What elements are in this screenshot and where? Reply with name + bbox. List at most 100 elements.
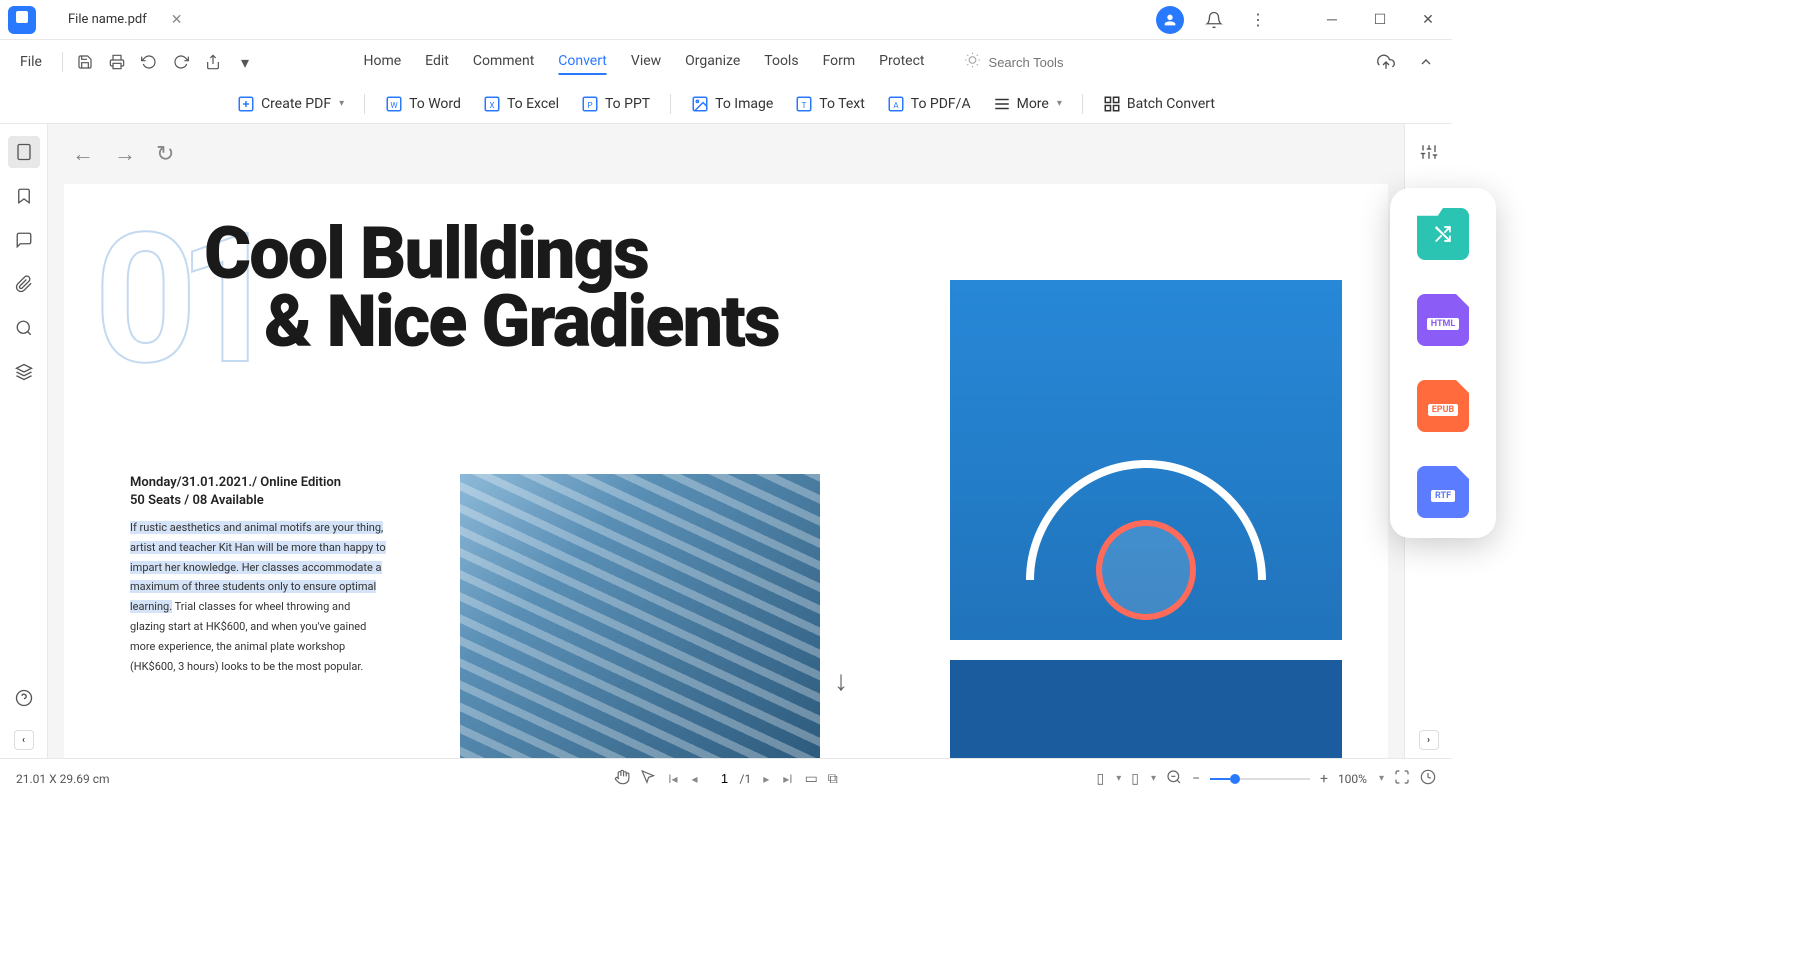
cloud-upload-icon[interactable] xyxy=(1372,48,1400,76)
more-options-icon[interactable]: ⋮ xyxy=(1244,6,1272,34)
save-icon[interactable] xyxy=(71,48,99,76)
subtitle-info: Monday/31.01.2021./ Online Edition 50 Se… xyxy=(130,474,341,510)
batch-convert-button[interactable]: Batch Convert xyxy=(1101,91,1217,117)
undo-icon[interactable] xyxy=(135,48,163,76)
chevron-down-icon[interactable]: ▾ xyxy=(1116,773,1121,784)
menu-form[interactable]: Form xyxy=(823,49,856,75)
scroll-down-icon: ↓ xyxy=(834,664,848,697)
nav-forward-icon[interactable]: → xyxy=(114,141,136,167)
menu-tools[interactable]: Tools xyxy=(764,49,798,75)
rtf-format-button[interactable]: RTF xyxy=(1417,466,1469,518)
menu-view[interactable]: View xyxy=(631,49,661,75)
menu-protect[interactable]: Protect xyxy=(879,49,924,75)
svg-text:P: P xyxy=(587,100,592,110)
to-ppt-button[interactable]: P To PPT xyxy=(579,91,652,117)
two-page-icon[interactable]: ⧉ xyxy=(828,771,838,787)
to-word-label: To Word xyxy=(409,96,461,112)
building-image xyxy=(460,474,820,758)
hand-tool-icon[interactable] xyxy=(614,769,630,789)
bookmarks-icon[interactable] xyxy=(8,180,40,212)
page-total: /1 xyxy=(740,772,752,786)
search-icon[interactable] xyxy=(8,312,40,344)
comments-icon[interactable] xyxy=(8,224,40,256)
redo-icon[interactable] xyxy=(167,48,195,76)
chevron-down-icon: ▾ xyxy=(1057,98,1062,109)
maximize-button[interactable]: ☐ xyxy=(1364,4,1396,36)
menu-organize[interactable]: Organize xyxy=(685,49,740,75)
print-icon[interactable] xyxy=(103,48,131,76)
headline-line1: Cool Bulldings xyxy=(204,220,1104,288)
last-page-icon[interactable]: ▸I xyxy=(781,770,794,788)
to-text-button[interactable]: T To Text xyxy=(793,91,867,117)
fullscreen-icon[interactable] xyxy=(1394,769,1410,789)
more-label: More xyxy=(1017,96,1049,112)
basketball-image xyxy=(950,280,1342,758)
menu-edit[interactable]: Edit xyxy=(425,49,449,75)
format-panel: ⤭ HTML EPUB RTF xyxy=(1390,188,1496,538)
collapse-right-icon[interactable]: › xyxy=(1419,730,1439,750)
close-tab-icon[interactable]: ✕ xyxy=(171,12,183,28)
menu-bar: File ▾ Home Edit Comment Convert View Or… xyxy=(0,40,1452,84)
zoom-out-icon[interactable] xyxy=(1166,769,1182,789)
menu-home[interactable]: Home xyxy=(363,49,401,75)
rtf-label: RTF xyxy=(1431,490,1455,502)
zoom-slider[interactable] xyxy=(1210,778,1310,780)
attachments-icon[interactable] xyxy=(8,268,40,300)
html-label: HTML xyxy=(1427,318,1460,330)
zoom-level: 100% xyxy=(1338,772,1367,786)
nav-back-icon[interactable]: ← xyxy=(72,141,94,167)
fit-page-icon[interactable]: ▯ xyxy=(1131,771,1139,787)
file-menu[interactable]: File xyxy=(12,50,50,74)
zoom-plus-icon[interactable]: + xyxy=(1320,771,1328,787)
convert-toolbar: Create PDF ▾ W To Word X To Excel P To P… xyxy=(0,84,1452,124)
document-page: 01 Cool Bulldings & Nice Gradients Monda… xyxy=(64,184,1388,758)
thumbnails-icon[interactable] xyxy=(8,136,40,168)
minimize-button[interactable]: ─ xyxy=(1316,4,1348,36)
help-icon[interactable] xyxy=(8,682,40,714)
chevron-down-icon[interactable]: ▾ xyxy=(1151,773,1156,784)
zoom-minus-icon[interactable]: − xyxy=(1192,771,1200,787)
page-number-input[interactable] xyxy=(710,771,740,786)
search-tools-input[interactable] xyxy=(989,55,1089,70)
page-dimensions: 21.01 X 29.69 cm xyxy=(16,772,110,786)
collapse-ribbon-icon[interactable] xyxy=(1412,48,1440,76)
to-excel-label: To Excel xyxy=(507,96,559,112)
first-page-icon[interactable]: I◂ xyxy=(666,770,679,788)
user-avatar-icon[interactable] xyxy=(1156,6,1184,34)
html-format-button[interactable]: HTML xyxy=(1417,294,1469,346)
document-tab[interactable]: File name.pdf ✕ xyxy=(52,0,198,39)
next-page-icon[interactable]: ▸ xyxy=(761,770,771,788)
to-excel-button[interactable]: X To Excel xyxy=(481,91,561,117)
to-image-button[interactable]: To Image xyxy=(689,91,775,117)
chevron-down-icon: ▾ xyxy=(339,98,344,109)
select-tool-icon[interactable] xyxy=(640,769,656,789)
epub-format-button[interactable]: EPUB xyxy=(1417,380,1469,432)
single-page-icon[interactable]: ▭ xyxy=(805,771,818,787)
collapse-left-icon[interactable]: ‹ xyxy=(14,730,34,750)
to-word-button[interactable]: W To Word xyxy=(383,91,463,117)
subtitle-line1: Monday/31.01.2021./ Online Edition xyxy=(130,474,341,492)
lightbulb-icon[interactable] xyxy=(965,52,981,72)
subtitle-line2: 50 Seats / 08 Available xyxy=(130,492,341,510)
create-pdf-button[interactable]: Create PDF ▾ xyxy=(235,91,346,117)
more-button[interactable]: More ▾ xyxy=(991,91,1064,117)
menu-comment[interactable]: Comment xyxy=(473,49,534,75)
prev-page-icon[interactable]: ◂ xyxy=(690,770,700,788)
quick-dropdown-icon[interactable]: ▾ xyxy=(231,48,259,76)
app-logo xyxy=(8,6,36,34)
create-pdf-label: Create PDF xyxy=(261,96,331,112)
folder-format-button[interactable]: ⤭ xyxy=(1417,208,1469,260)
read-mode-icon[interactable] xyxy=(1420,769,1436,789)
close-window-button[interactable]: ✕ xyxy=(1412,4,1444,36)
to-pdfa-button[interactable]: A To PDF/A xyxy=(885,91,973,117)
menu-convert[interactable]: Convert xyxy=(558,49,607,75)
to-text-label: To Text xyxy=(819,96,865,112)
layers-icon[interactable] xyxy=(8,356,40,388)
fit-width-icon[interactable]: ▯ xyxy=(1096,771,1104,787)
notification-icon[interactable] xyxy=(1200,6,1228,34)
share-icon[interactable] xyxy=(199,48,227,76)
properties-icon[interactable] xyxy=(1413,136,1445,168)
to-image-label: To Image xyxy=(715,96,773,112)
nav-reload-icon[interactable]: ↻ xyxy=(156,142,174,167)
chevron-down-icon[interactable]: ▾ xyxy=(1379,773,1384,784)
